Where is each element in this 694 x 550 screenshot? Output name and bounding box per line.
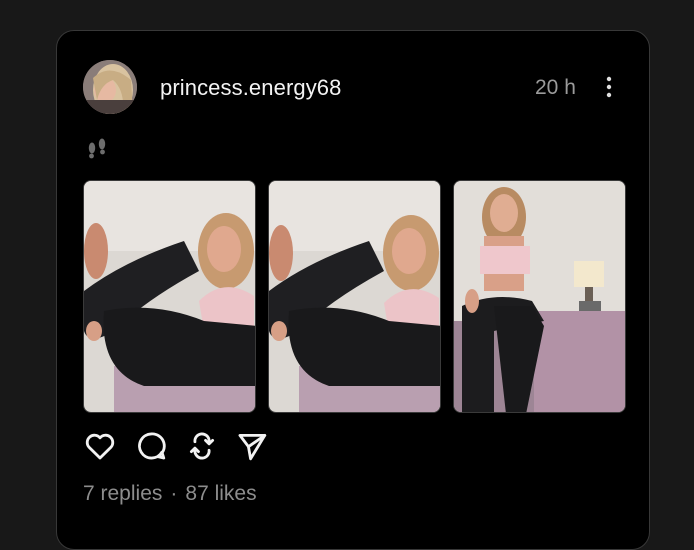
- likes-count[interactable]: 87 likes: [185, 482, 256, 505]
- share-send-icon[interactable]: [235, 429, 269, 463]
- username[interactable]: princess.energy68: [160, 75, 341, 101]
- post-stats: 7 replies · 87 likes: [83, 482, 257, 506]
- post-card: princess.energy68 20 h 7 replies · 87 li…: [56, 30, 650, 550]
- more-options-icon[interactable]: [603, 75, 615, 99]
- post-timestamp: 20 h: [535, 76, 576, 99]
- post-image-1[interactable]: [83, 180, 256, 413]
- comment-bubble-icon[interactable]: [134, 429, 168, 463]
- like-heart-icon[interactable]: [83, 429, 117, 463]
- replies-count[interactable]: 7 replies: [83, 482, 162, 505]
- footprints-icon: [83, 135, 113, 165]
- stats-separator: ·: [170, 482, 178, 505]
- post-image-3[interactable]: [453, 180, 626, 413]
- post-image-2[interactable]: [268, 180, 441, 413]
- repost-icon[interactable]: [185, 429, 219, 463]
- user-avatar[interactable]: [83, 60, 137, 114]
